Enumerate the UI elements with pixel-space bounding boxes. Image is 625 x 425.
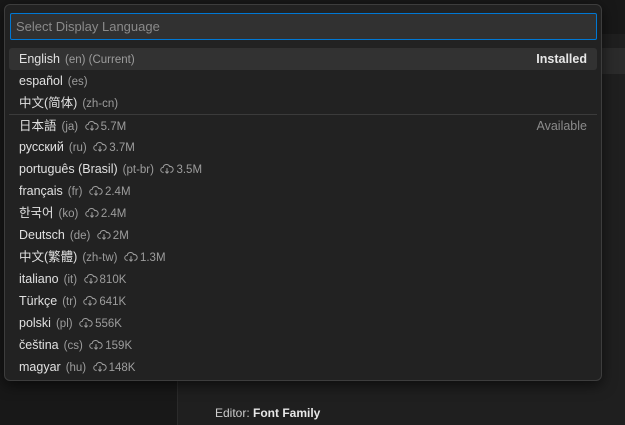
- language-item-en[interactable]: English (en) (Current) Installed: [9, 48, 597, 70]
- language-item-ja[interactable]: 日本語 (ja) 5.7M Available: [9, 114, 597, 136]
- language-name: 中文(简体): [19, 96, 78, 110]
- download-size: 556K: [95, 318, 122, 330]
- setting-name: Font Family: [253, 406, 321, 420]
- cloud-download-icon: [160, 164, 175, 174]
- cloud-download-icon: [124, 252, 138, 262]
- cloud-download-icon: [93, 142, 107, 152]
- language-item-ru[interactable]: русский (ru) 3.7M: [9, 136, 597, 158]
- language-item-pl[interactable]: polski (pl) 556K: [9, 312, 597, 334]
- download-size: 1.3M: [139, 252, 166, 264]
- language-item-tr[interactable]: Türkçe (tr) 641K: [9, 290, 597, 312]
- download-size: 810K: [99, 274, 127, 286]
- language-item-it[interactable]: italiano (it) 810K: [9, 268, 597, 290]
- download-size: 3.7M: [109, 142, 135, 154]
- download-size: 148K: [108, 362, 136, 374]
- cloud-download-icon: [92, 362, 107, 372]
- cloud-download-icon: [79, 318, 93, 328]
- group-label-installed: Installed: [536, 52, 587, 66]
- language-item-zh-tw[interactable]: 中文(繁體) (zh-tw) 1.3M: [9, 246, 597, 268]
- language-name: čeština: [19, 338, 59, 352]
- language-name: français: [19, 184, 63, 198]
- language-item-fr[interactable]: français (fr) 2.4M: [9, 180, 597, 202]
- language-name: русский: [19, 140, 64, 154]
- download-size: 3.5M: [176, 164, 203, 176]
- language-code: (hu): [65, 362, 87, 374]
- language-item-hu[interactable]: magyar (hu) 148K: [9, 356, 597, 378]
- language-name: 日本語: [19, 119, 57, 133]
- language-code: (it): [63, 274, 78, 286]
- language-item-cs[interactable]: čeština (cs) 159K: [9, 334, 597, 356]
- cloud-download-icon: [89, 340, 103, 350]
- cloud-download-icon: [85, 208, 99, 218]
- language-item-zh-cn[interactable]: 中文(简体) (zh-cn): [9, 92, 597, 114]
- language-code: (zh-cn): [82, 98, 119, 110]
- language-name: Türkçe: [19, 294, 58, 308]
- language-name: magyar: [19, 360, 61, 374]
- cloud-download-icon: [83, 296, 98, 306]
- cloud-download-icon: [97, 230, 111, 240]
- language-name: 中文(繁體): [19, 250, 78, 264]
- language-code: (fr): [67, 186, 83, 198]
- cloud-download-icon: [89, 186, 103, 196]
- download-size: 5.7M: [100, 121, 127, 133]
- language-item-es[interactable]: español (es): [9, 70, 597, 92]
- language-name: português (Brasil): [19, 162, 118, 176]
- language-name: English: [19, 52, 60, 66]
- cloud-download-icon: [84, 121, 99, 131]
- group-label-available: Available: [536, 119, 587, 133]
- language-search-input[interactable]: [10, 13, 597, 40]
- language-name: Deutsch: [19, 228, 65, 242]
- language-code: (ko): [58, 208, 79, 220]
- language-code: (pl): [55, 318, 73, 330]
- language-name: polski: [19, 316, 51, 330]
- setting-title-font-family: Editor: Font Family: [215, 406, 320, 420]
- language-code: (cs): [63, 340, 83, 352]
- language-code: (ja): [61, 121, 79, 133]
- setting-prefix: Editor:: [215, 406, 254, 420]
- language-code: (en) (Current): [65, 54, 135, 66]
- download-size: 159K: [105, 340, 133, 352]
- download-size: 2.4M: [100, 208, 127, 220]
- language-code: (zh-tw): [82, 252, 118, 264]
- language-item-ko[interactable]: 한국어 (ko) 2.4M: [9, 202, 597, 224]
- language-item-de[interactable]: Deutsch (de) 2M: [9, 224, 597, 246]
- download-size: 2M: [112, 230, 129, 242]
- language-code: (pt-br): [122, 164, 154, 176]
- language-quick-pick: English (en) (Current) Installed español (…: [4, 4, 602, 381]
- language-code: (es): [67, 76, 88, 88]
- cloud-download-icon: [83, 274, 98, 284]
- language-item-pt-br[interactable]: português (Brasil) (pt-br) 3.5M: [9, 158, 597, 180]
- language-name: español: [19, 74, 63, 88]
- language-list: English (en) (Current) Installed español (…: [9, 48, 597, 378]
- language-name: italiano: [19, 272, 59, 286]
- language-code: (tr): [62, 296, 77, 308]
- language-code: (ru): [68, 142, 87, 154]
- download-size: 641K: [99, 296, 127, 308]
- download-size: 2.4M: [104, 186, 131, 198]
- language-name: 한국어: [19, 206, 54, 220]
- language-code: (de): [69, 230, 91, 242]
